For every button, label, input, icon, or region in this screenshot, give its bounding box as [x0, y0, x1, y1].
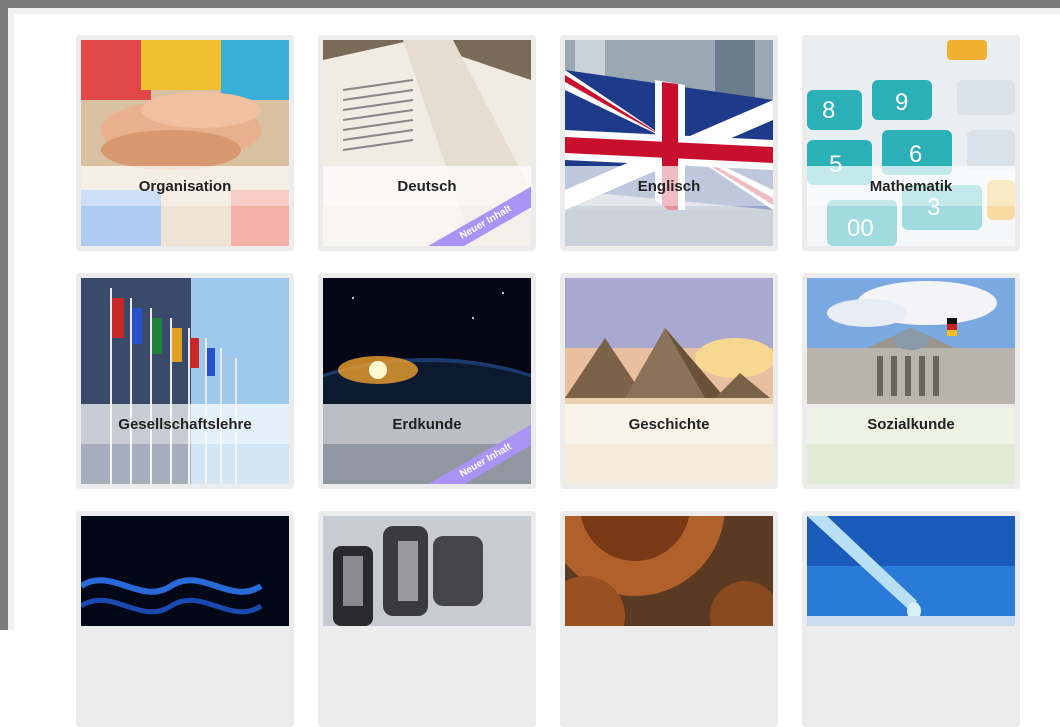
subject-tile-gears[interactable]: [560, 511, 778, 727]
subject-tile-geschichte[interactable]: Geschichte: [560, 273, 778, 489]
subject-tile-dna[interactable]: [76, 511, 294, 727]
subject-label: Organisation: [81, 166, 289, 206]
subject-tile-erdkunde[interactable]: Erdkunde Neuer Inhalt: [318, 273, 536, 489]
subject-label: Geschichte: [565, 404, 773, 444]
subject-tile-organisation[interactable]: Organisation: [76, 35, 294, 251]
svg-text:9: 9: [895, 89, 908, 116]
subject-label: Gesellschaftslehre: [81, 404, 289, 444]
pyramids-image: Geschichte: [565, 278, 773, 484]
subject-tile-gesellschaftslehre[interactable]: Gesellschaftslehre: [76, 273, 294, 489]
flags-building-image: Gesellschaftslehre: [81, 278, 289, 484]
open-book-image: Deutsch Neuer Inhalt: [323, 40, 531, 246]
frame-shadow-left: [8, 8, 14, 630]
hands-together-image: Organisation: [81, 40, 289, 246]
subject-tile-mathematik[interactable]: 89 56 300 Mathematik: [802, 35, 1020, 251]
svg-text:6: 6: [909, 141, 922, 168]
union-jack-flag-image: Englisch: [565, 40, 773, 246]
label-fade: [81, 206, 289, 246]
label-fade: [81, 444, 289, 484]
rusty-gears-image: [565, 516, 773, 626]
subject-label: Mathematik: [807, 166, 1015, 206]
subject-tile-pipette[interactable]: [802, 511, 1020, 727]
label-fade: [565, 444, 773, 484]
subject-tile-englisch[interactable]: Englisch: [560, 35, 778, 251]
calculator-keys-image: 89 56 300 Mathematik: [807, 40, 1015, 246]
subject-label: Englisch: [565, 166, 773, 206]
frame-shadow-top: [8, 8, 1060, 14]
subject-tile-microscope[interactable]: [318, 511, 536, 727]
subject-label: Sozialkunde: [807, 404, 1015, 444]
earth-sunrise-image: Erdkunde Neuer Inhalt: [323, 278, 531, 484]
window-frame-top: [0, 0, 1060, 8]
window-frame-left: [0, 0, 8, 630]
reichstag-image: Sozialkunde: [807, 278, 1015, 484]
label-fade: [807, 206, 1015, 246]
label-fade: [807, 444, 1015, 484]
subject-label: Erdkunde: [323, 404, 531, 444]
label-fade: [565, 206, 773, 246]
dna-helix-image: [81, 516, 289, 626]
svg-text:8: 8: [822, 97, 835, 124]
subject-tile-deutsch[interactable]: Deutsch Neuer Inhalt: [318, 35, 536, 251]
microscope-image: [323, 516, 531, 626]
subject-label: Deutsch: [323, 166, 531, 206]
subject-tile-sozialkunde[interactable]: Sozialkunde: [802, 273, 1020, 489]
pipette-drop-image: [807, 516, 1015, 626]
